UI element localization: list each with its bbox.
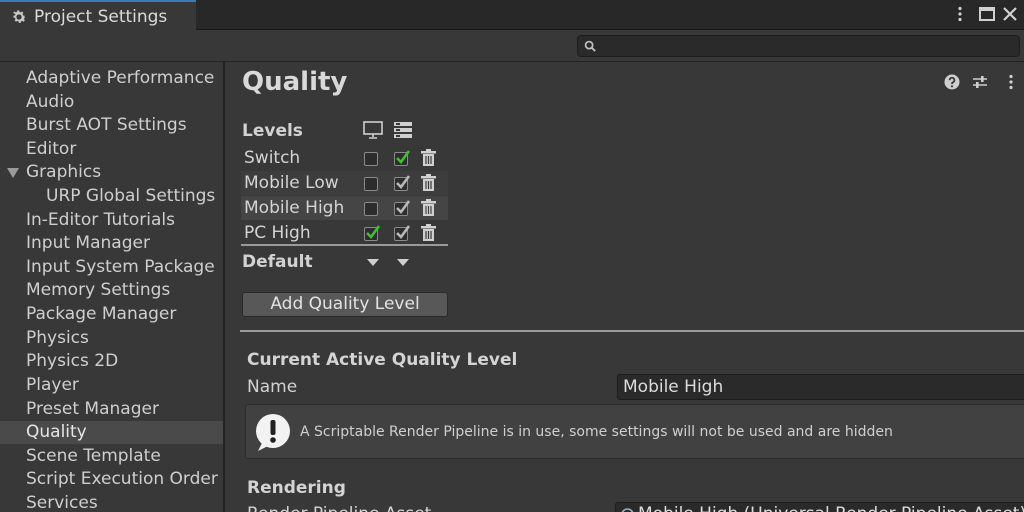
sidebar-item-package-manager[interactable]: Package Manager <box>0 303 223 326</box>
help-message: A Scriptable Render Pipeline is in use, … <box>300 424 893 440</box>
help-box: A Scriptable Render Pipeline is in use, … <box>245 404 1024 459</box>
trash-icon[interactable] <box>420 224 437 242</box>
sidebar-item-physics-2d[interactable]: Physics 2D <box>0 350 223 373</box>
checkmark-icon <box>396 225 411 239</box>
window-titlebar: Project Settings <box>0 0 1024 31</box>
render-pipeline-asset-value: Mobile High (Universal Render Pipeline A… <box>638 504 1024 512</box>
server-default-checkbox[interactable] <box>394 200 411 216</box>
page-title: Quality <box>242 67 348 97</box>
expanded-arrow-icon[interactable] <box>7 168 19 178</box>
sidebar-item-editor[interactable]: Editor <box>0 138 223 161</box>
sidebar-item-physics[interactable]: Physics <box>0 327 223 350</box>
server-default-checkbox[interactable] <box>394 175 411 191</box>
object-field-icon <box>621 508 634 512</box>
name-field[interactable]: Mobile High <box>617 374 1024 400</box>
sidebar-item-input-manager[interactable]: Input Manager <box>0 232 223 255</box>
sidebar-item-graphics[interactable]: Graphics <box>0 161 223 184</box>
trash-icon[interactable] <box>420 199 437 217</box>
trash-icon[interactable] <box>420 174 437 192</box>
kebab-menu-icon[interactable] <box>1003 74 1019 90</box>
monitor-icon <box>363 121 383 139</box>
presets-icon[interactable] <box>972 74 988 90</box>
server-icon <box>394 122 412 138</box>
sidebar-item-memory-settings[interactable]: Memory Settings <box>0 279 223 302</box>
quality-level-name: Switch <box>244 148 301 168</box>
settings-sidebar: Adaptive Performance Audio Burst AOT Set… <box>0 62 225 512</box>
sidebar-item-adaptive-performance[interactable]: Adaptive Performance <box>0 67 223 90</box>
sidebar-item-urp-global-settings[interactable]: URP Global Settings <box>0 185 223 208</box>
quality-level-name: Mobile Low <box>244 173 339 193</box>
section-divider <box>240 330 1024 332</box>
desktop-default-checkbox[interactable] <box>364 152 378 166</box>
levels-divider <box>241 244 448 246</box>
quality-level-row-selected[interactable]: Mobile High <box>241 196 448 220</box>
rendering-title: Rendering <box>247 478 346 498</box>
tab-title: Project Settings <box>34 6 168 27</box>
sidebar-item-quality[interactable]: Quality <box>0 421 223 444</box>
sidebar-item-script-execution-order[interactable]: Script Execution Order <box>0 468 223 491</box>
checkmark-icon <box>396 175 411 189</box>
server-default-checkbox[interactable] <box>394 225 411 241</box>
quality-settings-panel: Quality Levels Switch Mobile Low Mobile … <box>227 62 1024 512</box>
quality-level-row[interactable]: Switch <box>241 146 448 170</box>
tab-project-settings[interactable]: Project Settings <box>0 0 196 31</box>
help-icon[interactable] <box>944 74 960 90</box>
sidebar-item-label: Graphics <box>26 162 102 182</box>
chevron-down-icon[interactable] <box>367 259 379 267</box>
quality-level-name: Mobile High <box>244 198 345 218</box>
sidebar-item-audio[interactable]: Audio <box>0 91 223 114</box>
search-icon <box>584 40 596 52</box>
levels-label: Levels <box>242 121 303 141</box>
current-level-title: Current Active Quality Level <box>247 350 518 370</box>
render-pipeline-asset-field[interactable]: Mobile High (Universal Render Pipeline A… <box>615 502 1024 512</box>
sidebar-item-player[interactable]: Player <box>0 374 223 397</box>
name-label: Name <box>247 377 298 397</box>
quality-level-row[interactable]: PC High <box>241 221 448 245</box>
sidebar-item-input-system-package[interactable]: Input System Package <box>0 256 223 279</box>
maximize-icon[interactable] <box>978 5 996 23</box>
desktop-default-checkbox[interactable] <box>364 177 378 191</box>
sidebar-item-in-editor-tutorials[interactable]: In-Editor Tutorials <box>0 209 223 232</box>
gear-icon <box>13 9 27 23</box>
quality-level-row[interactable]: Mobile Low <box>241 171 448 195</box>
add-quality-level-button[interactable]: Add Quality Level <box>242 292 448 317</box>
kebab-menu-icon[interactable] <box>951 5 969 23</box>
desktop-default-checkbox[interactable] <box>364 225 381 241</box>
checkmark-icon <box>396 150 411 164</box>
desktop-default-checkbox[interactable] <box>364 202 378 216</box>
exclamation-icon <box>256 414 290 451</box>
toolbar <box>0 31 1024 62</box>
quality-level-name: PC High <box>244 223 311 243</box>
sidebar-item-services[interactable]: Services <box>0 492 223 512</box>
sidebar-item-burst-aot-settings[interactable]: Burst AOT Settings <box>0 114 223 137</box>
trash-icon[interactable] <box>420 149 437 167</box>
sidebar-item-scene-template[interactable]: Scene Template <box>0 445 223 468</box>
checkmark-icon <box>396 200 411 214</box>
server-default-checkbox[interactable] <box>394 150 411 166</box>
close-icon[interactable] <box>1001 5 1019 23</box>
chevron-down-icon[interactable] <box>397 259 409 267</box>
search-input[interactable] <box>577 35 1020 57</box>
sidebar-item-preset-manager[interactable]: Preset Manager <box>0 398 223 421</box>
render-pipeline-asset-label: Render Pipeline Asset <box>247 504 431 512</box>
checkmark-icon <box>366 225 381 239</box>
default-label: Default <box>242 252 313 272</box>
